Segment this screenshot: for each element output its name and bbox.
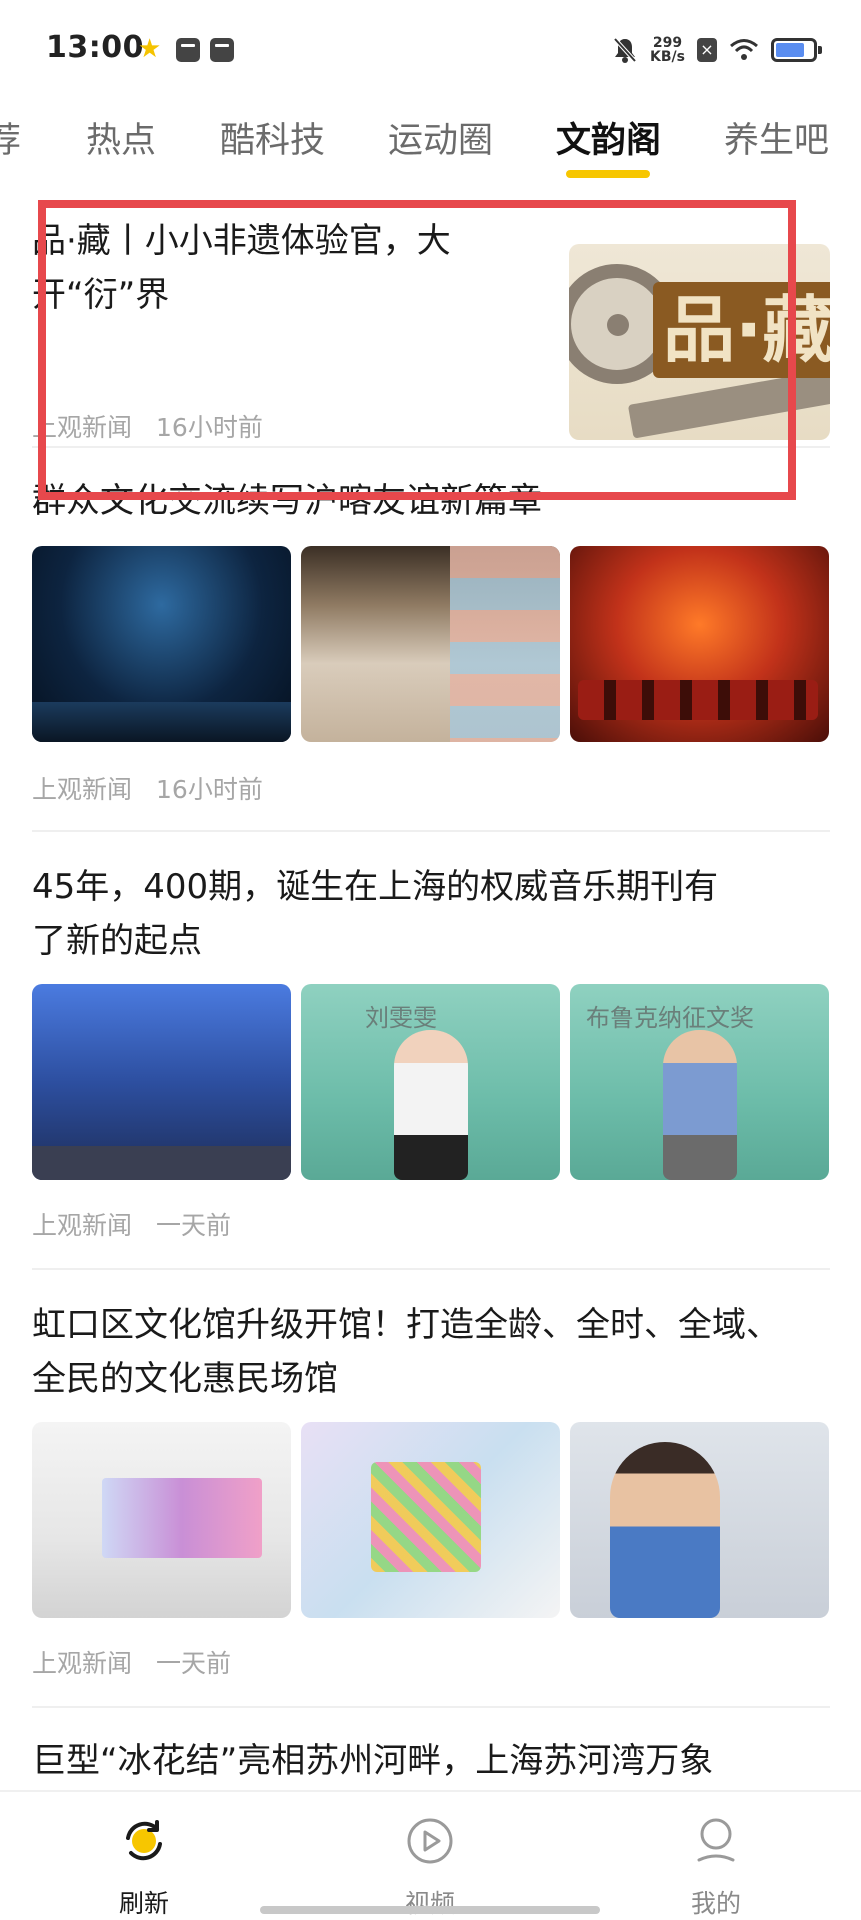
article-image[interactable]: 刘雯雯 (301, 984, 560, 1180)
tab-culture[interactable]: 文韵阁 (556, 112, 661, 163)
article-title-line2: 了新的起点 (32, 921, 202, 961)
tab-recommend[interactable]: 荐 (0, 112, 21, 163)
network-speed: 299 KB/s (650, 36, 685, 64)
article-image-row: 刘雯雯 布鲁克纳征文奖 (32, 984, 829, 1180)
article-image[interactable] (32, 984, 291, 1180)
thumbnail-logo-text: 品·藏 (653, 282, 830, 378)
article-title-line1: 虹口区文化馆升级开馆！打造全龄、全时、全域、 (32, 1305, 780, 1345)
article-image[interactable] (301, 1422, 560, 1618)
article-title-line1: 品·藏丨小小非遗体验官，大 (32, 221, 451, 261)
news-feed[interactable]: 品·藏丨小小非遗体验官，大 开“衍”界 上观新闻 16小时前 品·藏 群众文化交流… (0, 184, 861, 1790)
article-title-line2: 开“衍”界 (32, 275, 170, 315)
article-meta: 上观新闻 16小时前 (32, 770, 263, 806)
news-article-1[interactable]: 品·藏丨小小非遗体验官，大 开“衍”界 上观新闻 16小时前 品·藏 (32, 214, 830, 442)
article-image[interactable] (570, 546, 829, 742)
image-caption-text: 布鲁克纳征文奖 (586, 1004, 754, 1032)
play-circle-icon (407, 1818, 453, 1864)
person-figure (662, 1030, 737, 1180)
article-title-line1: 45年，400期，诞生在上海的权威音乐期刊有 (32, 867, 719, 907)
news-article-5[interactable]: 巨型“冰花结”亮相苏州河畔，上海苏河湾万象 (32, 1734, 830, 1790)
status-time: 13:00 (46, 30, 144, 65)
feed-divider (32, 1706, 830, 1708)
article-time: 16小时前 (156, 775, 263, 804)
article-time: 一天前 (156, 1649, 232, 1678)
article-source: 上观新闻 (32, 1211, 133, 1240)
article-image[interactable] (301, 546, 560, 742)
user-icon (697, 1818, 735, 1862)
news-article-3[interactable]: 45年，400期，诞生在上海的权威音乐期刊有 了新的起点 刘雯雯 布鲁克纳征文奖… (32, 860, 830, 1240)
nav-profile[interactable]: 我的 (656, 1816, 776, 1920)
article-source: 上观新闻 (32, 1649, 133, 1678)
article-image-row (32, 1422, 829, 1618)
article-image[interactable] (32, 546, 291, 742)
star-icon: ★ (138, 34, 162, 64)
article-meta: 上观新闻 一天前 (32, 1644, 231, 1680)
article-title: 品·藏丨小小非遗体验官，大 开“衍”界 (32, 214, 532, 322)
article-source: 上观新闻 (32, 413, 133, 442)
network-speed-unit: KB/s (650, 49, 685, 65)
status-bar: 13:00 ★ 299 KB/s × (0, 0, 861, 100)
image-caption-text: 刘雯雯 (365, 1004, 437, 1032)
tab-health[interactable]: 养生吧 (724, 112, 829, 163)
article-image[interactable]: 布鲁克纳征文奖 (570, 984, 829, 1180)
article-time: 一天前 (156, 1211, 232, 1240)
sim-off-icon: × (697, 38, 717, 62)
article-title-line2: 全民的文化惠民场馆 (32, 1359, 338, 1399)
tab-hot[interactable]: 热点 (86, 112, 156, 163)
refresh-icon (126, 1820, 162, 1861)
tab-sports[interactable]: 运动圈 (388, 112, 493, 163)
battery-icon (771, 38, 822, 62)
wifi-icon (730, 39, 758, 60)
article-meta: 上观新闻 16小时前 (32, 408, 263, 444)
nav-label: 我的 (690, 1889, 741, 1918)
category-tabs: 荐 热点 酷科技 运动圈 文韵阁 养生吧 (0, 100, 861, 184)
article-source: 上观新闻 (32, 775, 133, 804)
article-title: 45年，400期，诞生在上海的权威音乐期刊有 了新的起点 (32, 860, 830, 968)
tab-tech[interactable]: 酷科技 (220, 112, 325, 163)
nav-label: 刷新 (118, 1889, 169, 1918)
person-figure (393, 1030, 468, 1180)
feed-divider (32, 830, 830, 832)
article-thumbnail[interactable]: 品·藏 (569, 244, 830, 440)
bottom-navigation: 刷新 视频 我的 (0, 1790, 861, 1920)
article-title: 虹口区文化馆升级开馆！打造全龄、全时、全域、 全民的文化惠民场馆 (32, 1298, 830, 1406)
article-title: 群众文化交流续写沪喀友谊新篇章 (32, 481, 542, 521)
article-image-row (32, 546, 829, 742)
nav-video[interactable]: 视频 (370, 1816, 490, 1920)
nav-label: 视频 (404, 1889, 455, 1918)
home-indicator[interactable] (260, 1906, 600, 1914)
article-image[interactable] (32, 1422, 291, 1618)
mute-bell-icon (613, 37, 637, 63)
feed-divider (32, 1268, 830, 1270)
news-article-4[interactable]: 虹口区文化馆升级开馆！打造全龄、全时、全域、 全民的文化惠民场馆 上观新闻 一天前 (32, 1298, 830, 1678)
nav-refresh[interactable]: 刷新 (84, 1816, 204, 1920)
article-title: 巨型“冰花结”亮相苏州河畔，上海苏河湾万象 (32, 1741, 714, 1781)
article-time: 16小时前 (156, 413, 263, 442)
network-speed-value: 299 (652, 35, 683, 51)
feed-divider (32, 446, 830, 448)
notification-box-icon (176, 38, 200, 62)
article-meta: 上观新闻 一天前 (32, 1206, 231, 1242)
notification-box-icon (210, 38, 234, 62)
article-image[interactable] (570, 1422, 829, 1618)
active-tab-indicator (566, 170, 650, 178)
